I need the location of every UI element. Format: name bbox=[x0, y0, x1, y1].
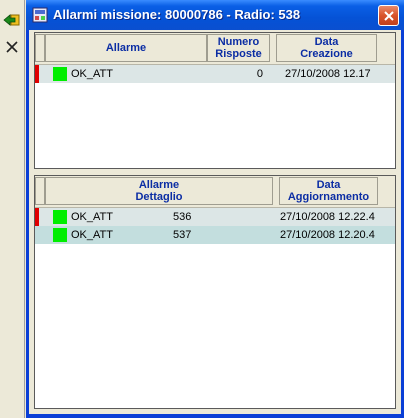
row-flag-marker bbox=[35, 208, 39, 226]
window-close-button[interactable] bbox=[378, 5, 399, 26]
row-code: 537 bbox=[173, 229, 192, 241]
row-updated: 27/10/2008 12.22.4 bbox=[280, 211, 375, 223]
detail-table-header: Allarme Dettaglio Data Aggiornamento bbox=[35, 176, 395, 208]
alarms-table: Allarme Numero Risposte Data Creazione O… bbox=[34, 32, 396, 169]
table-row[interactable]: OK_ATT 536 27/10/2008 12.22.4 bbox=[35, 208, 395, 226]
table-row[interactable]: OK_ATT 0 27/10/2008 12.17 bbox=[35, 65, 395, 83]
col-header-created[interactable]: Data Creazione bbox=[276, 34, 377, 62]
alarms-table-header: Allarme Numero Risposte Data Creazione bbox=[35, 33, 395, 65]
row-created: 27/10/2008 12.17 bbox=[285, 68, 371, 80]
window-title: Allarmi missione: 80000786 - Radio: 538 bbox=[53, 7, 301, 22]
col-header-updated[interactable]: Data Aggiornamento bbox=[279, 177, 378, 205]
row-alarm: OK_ATT bbox=[71, 68, 113, 80]
status-square-icon bbox=[53, 67, 67, 81]
header-stub bbox=[35, 34, 45, 62]
row-flag-marker bbox=[35, 65, 39, 83]
table-row[interactable]: OK_ATT 537 27/10/2008 12.20.4 bbox=[35, 226, 395, 244]
back-arrow-icon[interactable] bbox=[3, 11, 21, 29]
close-icon bbox=[383, 10, 394, 21]
status-square-icon bbox=[53, 210, 67, 224]
row-updated: 27/10/2008 12.20.4 bbox=[280, 229, 375, 241]
window-app-icon bbox=[32, 7, 48, 23]
detail-table: Allarme Dettaglio Data Aggiornamento OK_… bbox=[34, 175, 396, 409]
row-alarm: OK_ATT bbox=[71, 211, 113, 223]
col-header-alarm[interactable]: Allarme bbox=[45, 34, 207, 62]
window-bottom-border bbox=[26, 414, 404, 418]
col-header-responses[interactable]: Numero Risposte bbox=[207, 34, 270, 62]
status-square-icon bbox=[53, 228, 67, 242]
row-alarm: OK_ATT bbox=[71, 229, 113, 241]
col-header-detail[interactable]: Allarme Dettaglio bbox=[45, 177, 273, 205]
left-toolbar bbox=[0, 0, 25, 418]
title-bar[interactable]: Allarmi missione: 80000786 - Radio: 538 bbox=[26, 0, 404, 30]
alarms-window: Allarmi missione: 80000786 - Radio: 538 … bbox=[26, 0, 404, 418]
row-code: 536 bbox=[173, 211, 192, 223]
row-responses: 0 bbox=[256, 68, 263, 80]
header-stub bbox=[35, 177, 45, 205]
close-x-icon[interactable] bbox=[3, 38, 21, 56]
